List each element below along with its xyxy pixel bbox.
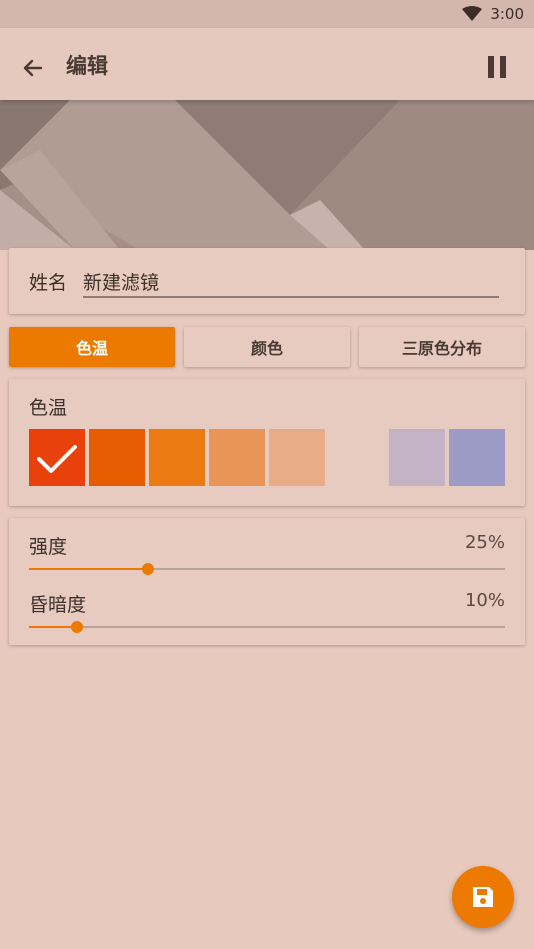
dimness-slider-thumb[interactable] xyxy=(70,621,83,633)
pause-button[interactable] xyxy=(488,56,508,80)
intensity-slider-thumb[interactable] xyxy=(142,563,154,575)
wifi-icon xyxy=(462,6,483,21)
color-temperature-swatch[interactable] xyxy=(389,429,445,486)
status-bar: 3:00 xyxy=(0,0,534,28)
checkmark-icon xyxy=(37,445,77,473)
adjustments-card: 强度 25% 昏暗度 10% xyxy=(9,518,525,645)
tab-bar: 色温 颜色 三原色分布 xyxy=(9,327,525,367)
tab-color-temperature[interactable]: 色温 xyxy=(9,327,175,367)
intensity-slider-fill xyxy=(29,568,148,570)
arrow-left-icon xyxy=(23,59,43,77)
color-temperature-label: 色温 xyxy=(29,397,68,419)
header-banner xyxy=(0,100,534,250)
status-time: 3:00 xyxy=(490,5,524,23)
intensity-label: 强度 xyxy=(29,536,68,558)
back-button[interactable] xyxy=(14,50,50,86)
filter-name-input[interactable] xyxy=(83,266,499,298)
color-temperature-swatch[interactable] xyxy=(449,429,505,486)
intensity-value: 25% xyxy=(464,532,505,553)
color-temperature-swatch[interactable] xyxy=(89,429,145,486)
intensity-slider-row: 强度 25% xyxy=(29,532,505,582)
tab-color[interactable]: 颜色 xyxy=(184,327,350,367)
dimness-slider-fill xyxy=(29,626,77,628)
save-fab-button[interactable] xyxy=(452,866,514,928)
dimness-slider-track[interactable] xyxy=(29,626,505,628)
filter-name-card: 姓名 xyxy=(9,248,525,314)
color-temperature-swatch[interactable] xyxy=(209,429,265,486)
color-temperature-card: 色温 xyxy=(9,379,525,506)
color-temperature-swatch[interactable] xyxy=(149,429,205,486)
color-temperature-swatch[interactable] xyxy=(29,429,85,486)
geometric-banner-image xyxy=(0,100,534,250)
toolbar: 编辑 xyxy=(0,28,534,100)
dimness-slider-row: 昏暗度 10% xyxy=(29,590,505,640)
dimness-value: 10% xyxy=(464,590,505,611)
tab-rgb-distribution[interactable]: 三原色分布 xyxy=(359,327,525,367)
pause-icon xyxy=(488,56,494,78)
color-temperature-swatch[interactable] xyxy=(269,429,325,486)
name-label: 姓名 xyxy=(29,272,68,294)
page-title: 编辑 xyxy=(66,54,108,78)
save-icon xyxy=(473,887,493,907)
dimness-label: 昏暗度 xyxy=(29,594,87,616)
